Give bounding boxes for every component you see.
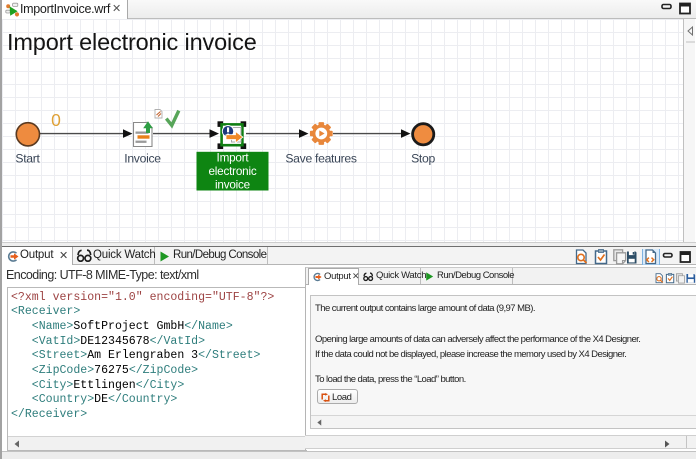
- svg-text:Stop: Stop: [411, 152, 435, 166]
- svg-text:Start: Start: [15, 152, 40, 166]
- svg-text:Save features: Save features: [285, 152, 357, 166]
- svg-text:electronic: electronic: [208, 165, 256, 178]
- svg-text:invoice: invoice: [215, 179, 250, 192]
- svg-text:Import: Import: [217, 151, 250, 164]
- svg-text:Invoice: Invoice: [124, 152, 161, 166]
- svg-text:0: 0: [51, 110, 61, 130]
